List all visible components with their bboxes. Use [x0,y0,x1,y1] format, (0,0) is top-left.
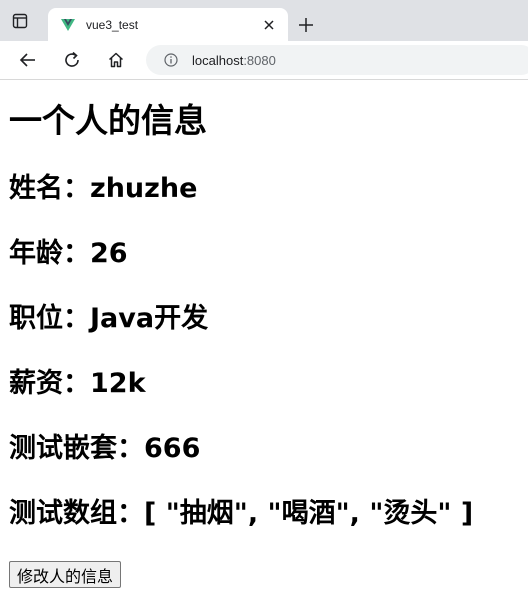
nested-line: 测试嵌套：666 [9,433,201,464]
tab-search-icon[interactable] [12,13,28,29]
browser-toolbar: localhost:8080 [0,41,528,80]
home-icon[interactable] [107,51,125,69]
active-tab[interactable]: vue3_test [48,8,288,41]
array-line: 测试数组：[ "抽烟", "喝酒", "烫头" ] [9,498,474,529]
job-line: 职位：Java开发 [9,303,209,334]
address-bar[interactable]: localhost:8080 [146,45,528,75]
browser-chrome: vue3_test localhost:8080 [0,0,528,80]
tab-strip: vue3_test [0,0,528,41]
salary-line: 薪资：12k [9,368,146,399]
url-port: :8080 [243,52,276,68]
name-line: 姓名：zhuzhe [9,173,198,204]
update-info-button[interactable]: 修改人的信息 [9,561,122,588]
age-line: 年龄：26 [9,238,128,269]
close-tab-icon[interactable] [262,18,276,32]
back-arrow-icon[interactable] [19,51,37,69]
tab-title: vue3_test [86,17,139,32]
site-info-icon[interactable] [164,53,178,67]
vue-logo-icon [61,18,75,31]
reload-icon[interactable] [63,51,81,69]
page-title: 一个人的信息 [9,101,207,140]
page-content: 一个人的信息 姓名：zhuzhe 年龄：26 职位：Java开发 薪资：12k … [0,80,528,597]
url-host: localhost [192,52,244,68]
new-tab-icon[interactable] [298,17,314,33]
url-text: localhost:8080 [192,53,276,68]
